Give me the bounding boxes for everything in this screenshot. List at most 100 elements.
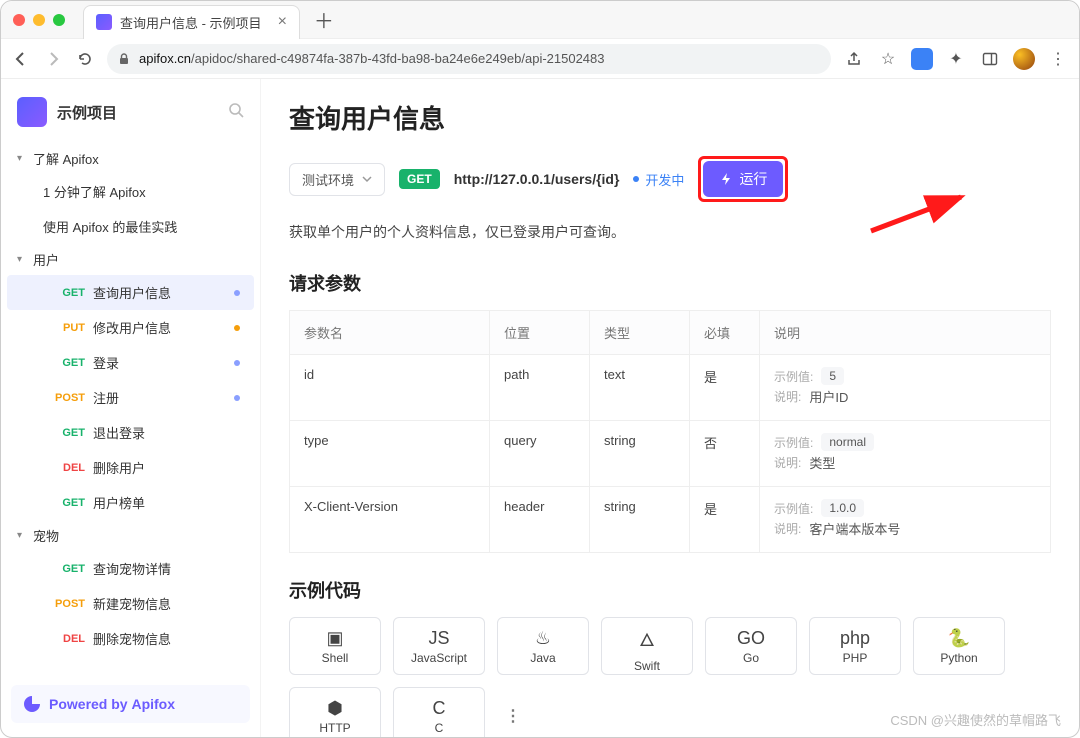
code-tab-javascript[interactable]: JSJavaScript — [393, 617, 485, 675]
reload-button[interactable] — [75, 49, 95, 69]
address-bar: apifox.cn/apidoc/shared-c49874fa-387b-43… — [1, 39, 1079, 79]
code-tab-http[interactable]: ⬢HTTP — [289, 687, 381, 737]
params-col: 类型 — [590, 311, 690, 355]
tab-title: 查询用户信息 - 示例项目 — [120, 13, 262, 32]
close-window-icon[interactable] — [13, 14, 25, 26]
run-button-highlight: 运行 — [698, 156, 788, 202]
params-table: 参数名位置类型必填说明 idpathtext是示例值:5说明:用户IDtypeq… — [289, 310, 1051, 553]
search-icon[interactable] — [228, 102, 244, 123]
lang-icon: ⬢ — [327, 698, 343, 719]
item-status-dot — [234, 395, 240, 401]
param-row: X-Client-Versionheaderstring是示例值:1.0.0说明… — [290, 487, 1051, 553]
api-url: http://127.0.0.1/users/{id} — [454, 171, 620, 187]
method-tag: GET — [51, 427, 85, 439]
bookmark-icon[interactable]: ☆ — [877, 49, 899, 69]
share-icon[interactable] — [843, 51, 865, 67]
lang-icon: GO — [737, 628, 765, 649]
params-col: 参数名 — [290, 311, 490, 355]
environment-select[interactable]: 测试环境 — [289, 163, 385, 196]
watermark: CSDN @兴趣使然的草帽路飞 — [890, 710, 1061, 729]
project-title: 示例项目 — [57, 102, 218, 123]
run-button[interactable]: 运行 — [703, 161, 783, 197]
method-tag: GET — [51, 357, 85, 369]
method-tag: DEL — [51, 462, 85, 474]
browser-menu-icon[interactable]: ⋮ — [1047, 49, 1069, 69]
api-item[interactable]: GET用户榜单 — [7, 485, 254, 520]
api-tree: ▾了解 Apifox1 分钟了解 Apifox使用 Apifox 的最佳实践▾用… — [1, 143, 260, 685]
method-tag: GET — [51, 287, 85, 299]
api-item[interactable]: GET查询宠物详情 — [7, 551, 254, 586]
profile-avatar[interactable] — [1013, 48, 1035, 70]
method-badge: GET — [399, 169, 440, 189]
lang-icon: C — [433, 698, 446, 719]
chevron-down-icon — [362, 174, 372, 184]
api-item[interactable]: POST注册 — [7, 380, 254, 415]
new-tab-button[interactable]: ＋ — [314, 5, 334, 34]
params-col: 说明 — [760, 311, 1051, 355]
bolt-icon — [719, 172, 733, 186]
api-status: 开发中 — [633, 170, 684, 189]
lang-icon: 🜂 — [639, 620, 655, 657]
url-host: apifox.cn — [139, 51, 191, 66]
more-languages-button[interactable]: ⋮ — [497, 706, 529, 726]
item-status-dot — [234, 290, 240, 296]
extensions-puzzle-icon[interactable]: ✦ — [945, 49, 967, 69]
method-tag: POST — [51, 598, 85, 610]
code-tab-go[interactable]: GOGo — [705, 617, 797, 675]
method-tag: GET — [51, 497, 85, 509]
param-row: idpathtext是示例值:5说明:用户ID — [290, 355, 1051, 421]
api-title: 查询用户信息 — [289, 99, 1051, 136]
tree-folder[interactable]: ▾了解 Apifox — [1, 143, 260, 174]
api-item[interactable]: DEL删除宠物信息 — [7, 621, 254, 656]
code-tab-swift[interactable]: 🜂Swift — [601, 617, 693, 675]
code-tab-shell[interactable]: ▣Shell — [289, 617, 381, 675]
code-tab-python[interactable]: 🐍Python — [913, 617, 1005, 675]
code-tab-java[interactable]: ♨Java — [497, 617, 589, 675]
maximize-window-icon[interactable] — [53, 14, 65, 26]
tree-leaf[interactable]: 1 分钟了解 Apifox — [1, 174, 260, 209]
code-tab-php[interactable]: phpPHP — [809, 617, 901, 675]
window-titlebar: 查询用户信息 - 示例项目 × ＋ — [1, 1, 1079, 39]
caret-down-icon: ▾ — [17, 530, 27, 541]
tree-folder[interactable]: ▾宠物 — [1, 520, 260, 551]
api-item[interactable]: GET登录 — [7, 345, 254, 380]
powered-brand: Apifox — [131, 696, 175, 712]
side-panel-icon[interactable] — [979, 51, 1001, 67]
code-tab-c[interactable]: CC — [393, 687, 485, 737]
caret-down-icon: ▾ — [17, 153, 27, 164]
forward-button[interactable] — [43, 49, 63, 69]
extension-icon[interactable] — [911, 48, 933, 70]
lang-icon: php — [840, 628, 870, 649]
sidebar: 示例项目 ▾了解 Apifox1 分钟了解 Apifox使用 Apifox 的最… — [1, 79, 261, 737]
params-col: 必填 — [690, 311, 760, 355]
api-item[interactable]: GET退出登录 — [7, 415, 254, 450]
back-button[interactable] — [11, 49, 31, 69]
url-box[interactable]: apifox.cn/apidoc/shared-c49874fa-387b-43… — [107, 44, 831, 74]
tree-leaf[interactable]: 使用 Apifox 的最佳实践 — [1, 209, 260, 244]
params-heading: 请求参数 — [289, 270, 1051, 296]
tree-folder[interactable]: ▾用户 — [1, 244, 260, 275]
main-panel: 查询用户信息 测试环境 GET http://127.0.0.1/users/{… — [261, 79, 1079, 737]
powered-by-footer[interactable]: Powered by Apifox — [11, 685, 250, 723]
api-item[interactable]: GET查询用户信息 — [7, 275, 254, 310]
minimize-window-icon[interactable] — [33, 14, 45, 26]
caret-down-icon: ▾ — [17, 254, 27, 265]
api-item[interactable]: POST新建宠物信息 — [7, 586, 254, 621]
apifox-logo-icon — [23, 695, 41, 713]
powered-prefix: Powered by — [49, 696, 131, 712]
browser-tab[interactable]: 查询用户信息 - 示例项目 × — [83, 5, 300, 39]
lang-icon: ▣ — [326, 628, 343, 649]
api-info-row: 测试环境 GET http://127.0.0.1/users/{id} 开发中… — [289, 156, 1051, 202]
lang-icon: JS — [428, 628, 449, 649]
url-path: /apidoc/shared-c49874fa-387b-43fd-ba98-b… — [191, 51, 604, 66]
api-item[interactable]: PUT修改用户信息 — [7, 310, 254, 345]
project-header: 示例项目 — [1, 97, 260, 143]
lock-icon — [117, 52, 131, 66]
run-label: 运行 — [739, 169, 767, 189]
close-tab-icon[interactable]: × — [278, 13, 287, 31]
status-dot-icon — [633, 176, 639, 182]
api-item[interactable]: DEL删除用户 — [7, 450, 254, 485]
item-status-dot — [234, 360, 240, 366]
project-logo-icon — [17, 97, 47, 127]
param-row: typequerystring否示例值:normal说明:类型 — [290, 421, 1051, 487]
